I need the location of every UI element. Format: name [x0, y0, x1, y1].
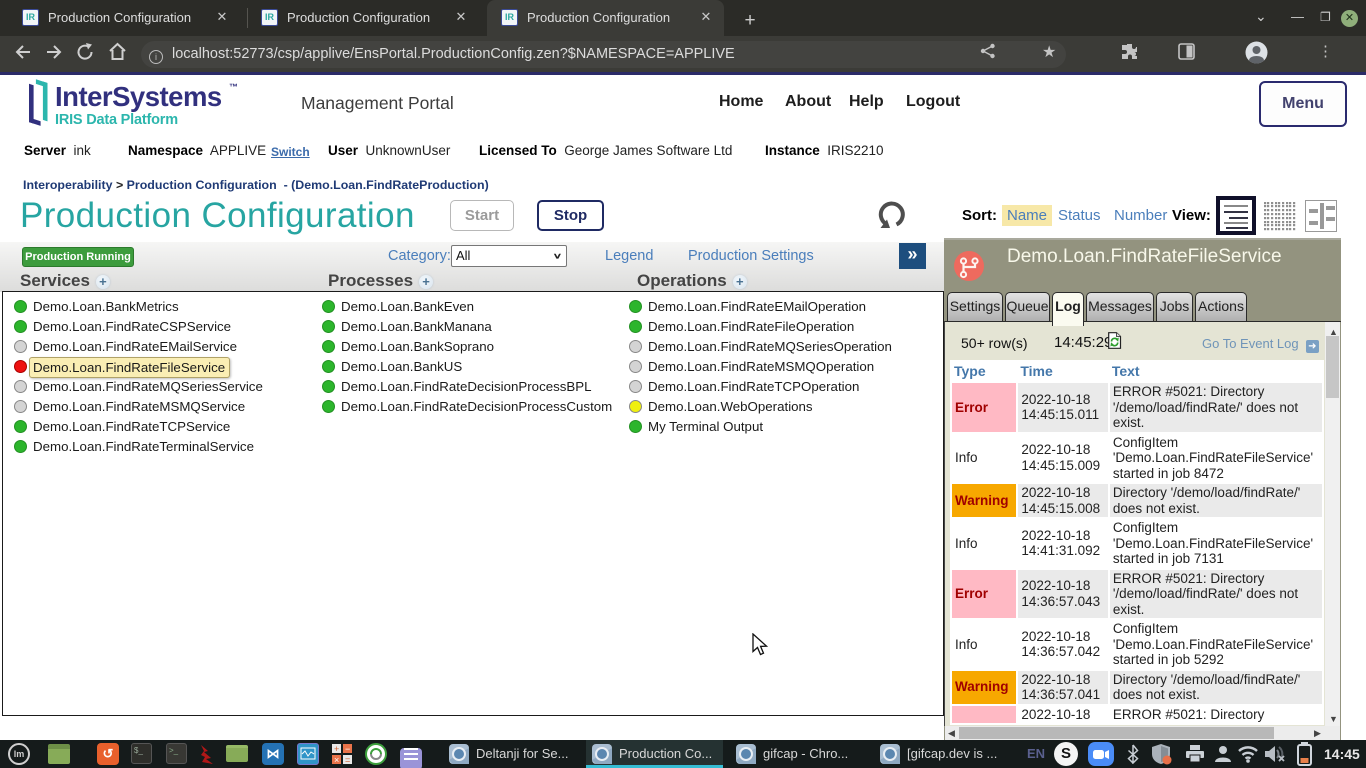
svg-text:−: − — [345, 744, 350, 754]
svg-text:InterSystems: InterSystems — [55, 81, 222, 112]
svg-text:=: = — [345, 755, 350, 765]
svg-text:×: × — [334, 755, 339, 765]
svg-text:™: ™ — [229, 82, 238, 92]
svg-text:+: + — [334, 744, 339, 754]
svg-text:IRIS Data Platform: IRIS Data Platform — [55, 112, 178, 128]
